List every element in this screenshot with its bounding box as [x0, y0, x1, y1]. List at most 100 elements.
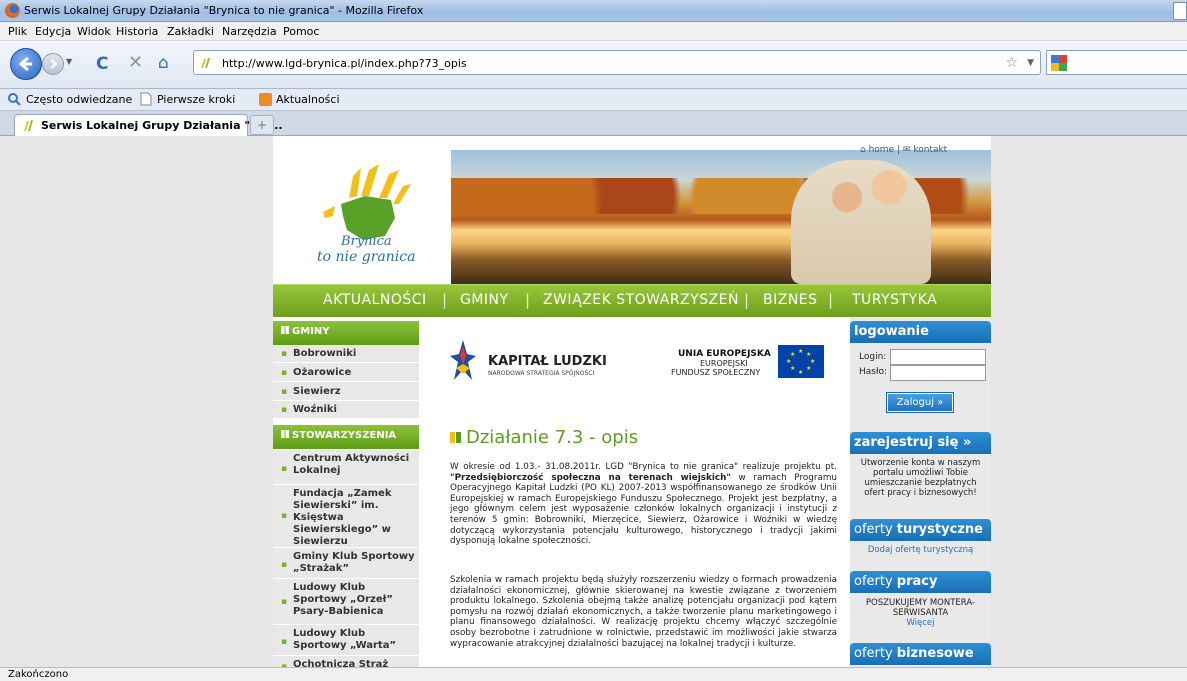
address-bar[interactable]: http://www.lgd-brynica.pl/index.php?73_o… — [193, 50, 1041, 75]
job-more-link[interactable]: Więcej — [850, 618, 991, 628]
toplinks-separator: | — [896, 145, 901, 155]
gminy-heading: GMINY — [273, 321, 419, 345]
site-favicon-icon — [201, 58, 210, 68]
sidebar-item-wozniki[interactable]: ▪ Woźniki — [273, 401, 419, 419]
sidebar-item-stow[interactable]: ▪ Ochotnicza Straż — [273, 656, 419, 667]
bullet-icon: ▪ — [281, 637, 288, 647]
contact-link[interactable]: kontakt — [913, 145, 947, 155]
business-offers-heading[interactable]: oferty biznesowe — [850, 643, 991, 665]
article-paragraph-1: W okresie od 1.03.- 31.08.2011r. LGD "Br… — [450, 462, 837, 547]
stowarzyszenia-heading: STOWARZYSZENIA — [273, 425, 419, 449]
title-bullet-icon — [450, 432, 461, 443]
tab-favicon-icon — [24, 120, 33, 131]
bullet-icon: ▪ — [281, 368, 288, 378]
job-offer-text: POSZUKUJEMY MONTERA-SERWISANTA — [865, 598, 976, 618]
menu-zakladki[interactable]: Zakładki — [167, 25, 214, 38]
nav-turystyka[interactable]: TURYSTYKA — [852, 292, 937, 308]
forward-arrow-icon — [50, 59, 58, 69]
tab-title: Serwis Lokalnej Grupy Działania "Bry... — [41, 119, 283, 132]
menu-bar: Plik Edycja Widok Historia Zakładki Narz… — [0, 22, 1187, 41]
menu-plik[interactable]: Plik — [8, 25, 27, 38]
menu-edycja[interactable]: Edycja — [35, 25, 71, 38]
job-offers-heading[interactable]: oferty pracy — [850, 571, 991, 593]
logo-text-line1: Brynica — [341, 234, 392, 249]
sidebar-item-stow[interactable]: ▪ Centrum Aktywności Lokalnej — [273, 450, 419, 485]
eu-logos: KAPITAŁ LUDZKI NARODOWA STRATEGIA SPÓJNO… — [450, 340, 830, 388]
heading-bullet-icon — [281, 326, 289, 334]
bookmark-news[interactable]: Aktualności — [276, 93, 340, 106]
sidebar-item-stow[interactable]: ▪ Ludowy Klub Sportowy „Orzeł” Psary-Babi… — [273, 579, 419, 625]
bookmark-star-icon[interactable]: ☆ — [1005, 55, 1018, 71]
back-button[interactable] — [10, 48, 42, 80]
ue-line3: FUNDUSZ SPOŁECZNY — [671, 368, 761, 377]
bookmark-getting-started[interactable]: Pierwsze kroki — [157, 93, 235, 106]
nav-biznes[interactable]: BIZNES — [763, 292, 818, 308]
sidebar-item-stow[interactable]: ▪ Gminy Klub Sportowy „Strażak” — [273, 548, 419, 579]
forward-button[interactable] — [42, 53, 64, 75]
login-button[interactable]: Zaloguj » — [886, 392, 954, 413]
sidebar-item-stow[interactable]: ▪ Fundacja „Zamek Siewierski” im. Księstw… — [273, 485, 419, 548]
nav-gminy[interactable]: GMINY — [460, 292, 509, 308]
status-text: Zakończono — [8, 669, 69, 680]
sidebar-item-ozarowice[interactable]: ▪ Ożarowice — [273, 363, 419, 382]
reload-icon[interactable]: C — [96, 54, 108, 74]
menu-narzedzia[interactable]: Narzędzia — [222, 25, 277, 38]
tab-active[interactable]: Serwis Lokalnej Grupy Działania "Bry... — [14, 114, 283, 136]
history-dropdown-icon[interactable]: ▼ — [66, 57, 72, 66]
sidebar-item-siewierz[interactable]: ▪ Siewierz — [273, 382, 419, 401]
register-link[interactable]: zarejestruj się » — [850, 432, 991, 454]
password-label: Hasło: — [859, 367, 888, 377]
nav-zwiazek[interactable]: ZWIĄZEK STOWARZYSZEŃ — [543, 292, 739, 308]
menu-widok[interactable]: Widok — [77, 25, 111, 38]
stop-icon[interactable]: ✕ — [128, 52, 143, 73]
window-controls[interactable] — [1173, 2, 1187, 20]
heading-bullet-icon — [281, 430, 289, 438]
most-visited-icon — [8, 93, 21, 106]
web-page: Brynica to nie granica ⌂ home | ✉ kontak… — [273, 136, 991, 667]
bullet-icon: ▪ — [281, 511, 288, 521]
main-nav: AKTUALNOŚCI | GMINY | ZWIĄZEK STOWARZYSZ… — [273, 284, 991, 317]
bullet-icon: ▪ — [281, 560, 288, 570]
logo-text-line2: to nie granica — [317, 249, 416, 265]
search-box[interactable] — [1046, 50, 1187, 75]
login-label: Login: — [859, 352, 887, 362]
firefox-icon — [5, 3, 20, 18]
sidebar-item-stow[interactable]: ▪ Ludowy Klub Sportowy „Warta” — [273, 625, 419, 656]
article-title: Działanie 7.3 - opis — [450, 427, 638, 448]
tourist-offers-heading[interactable]: oferty turystyczne — [850, 519, 991, 541]
bookmark-most-visited[interactable]: Często odwiedzane — [26, 93, 132, 106]
tab-bar: Serwis Lokalnej Grupy Działania "Bry... … — [0, 111, 1187, 136]
bullet-icon: ▪ — [281, 597, 288, 607]
login-input[interactable] — [890, 349, 986, 365]
rss-icon — [259, 93, 272, 106]
bullet-icon: ▪ — [281, 387, 288, 397]
password-input[interactable] — [890, 365, 986, 381]
window-title: Serwis Lokalnej Grupy Działania "Brynica… — [24, 4, 424, 17]
menu-historia[interactable]: Historia — [116, 25, 158, 38]
main-content: KAPITAŁ LUDZKI NARODOWA STRATEGIA SPÓJNO… — [420, 317, 850, 667]
mail-icon: ✉ — [902, 145, 911, 155]
search-engine-icon[interactable] — [1051, 55, 1067, 71]
home-icon[interactable]: ⌂ — [158, 53, 169, 73]
login-heading: logowanie — [850, 321, 991, 343]
eu-flag-icon: ★ ★ ★ ★ ★ ★ ★ ★ — [778, 345, 824, 378]
status-bar: Zakończono — [0, 667, 1187, 681]
nav-separator: | — [828, 291, 834, 309]
kapital-ludzki-title: KAPITAŁ LUDZKI — [488, 354, 607, 369]
banner-photo — [451, 150, 991, 284]
url-dropdown-icon[interactable]: ▼ — [1027, 58, 1034, 68]
article-paragraph-2: Szkolenia w ramach projektu będą służyły… — [450, 575, 837, 649]
page-viewport: Brynica to nie granica ⌂ home | ✉ kontak… — [0, 136, 1187, 667]
menu-pomoc[interactable]: Pomoc — [283, 25, 319, 38]
vertical-scrollbar[interactable] — [1171, 136, 1187, 667]
ue-line2: EUROPEJSKI — [700, 359, 748, 368]
banner-people — [791, 160, 931, 284]
new-tab-button[interactable]: + — [250, 115, 274, 135]
add-tourist-offer-link[interactable]: Dodaj ofertę turystyczną — [850, 545, 991, 555]
bookmarks-toolbar: Często odwiedzane Pierwsze kroki Aktualn… — [0, 89, 1187, 111]
home-small-icon: ⌂ — [860, 145, 866, 155]
home-link[interactable]: home — [869, 145, 895, 155]
right-sidebar: logowanie Login: Hasło: Zaloguj » zareje… — [850, 317, 991, 667]
nav-aktualnosci[interactable]: AKTUALNOŚCI — [323, 292, 427, 308]
sidebar-item-bobrowniki[interactable]: ▪ Bobrowniki — [273, 345, 419, 363]
